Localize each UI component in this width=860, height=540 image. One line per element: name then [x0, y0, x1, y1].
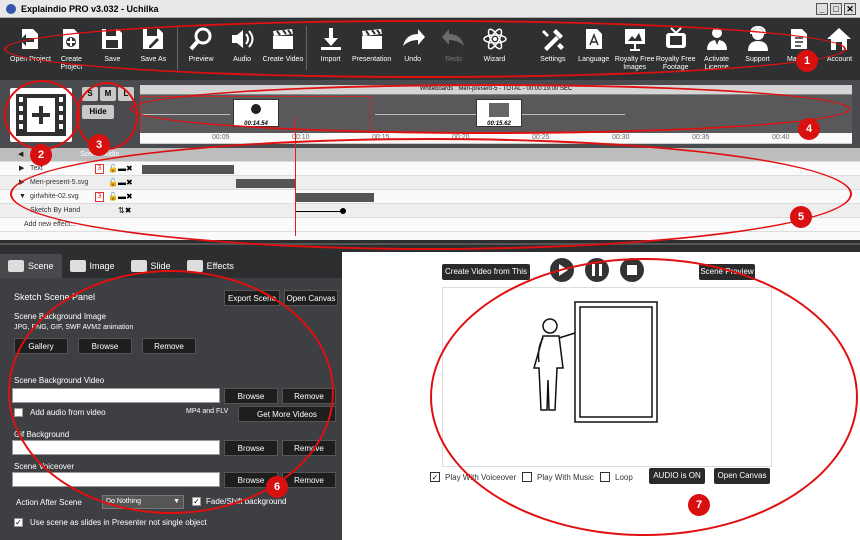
ruler-tick: 00:40	[772, 134, 790, 141]
slide-tab-icon	[130, 260, 147, 272]
window-title: Explaindio PRO v3.032 - Uchilka	[21, 3, 159, 14]
annotation-ring	[430, 258, 858, 536]
speaker-icon: ◀	[18, 151, 24, 158]
maximize-button[interactable]: □	[830, 3, 842, 15]
title-bar: Explaindio PRO v3.032 - Uchilka _ □ ✕	[0, 0, 860, 18]
annotation-badge: 1	[796, 50, 818, 72]
play-voiceover-checkbox[interactable]: ✓	[430, 472, 440, 482]
annotation-ring	[130, 84, 850, 134]
annotation-badge: 3	[88, 134, 110, 156]
scene-tab-icon	[8, 260, 24, 272]
annotation-badge: 2	[30, 144, 52, 166]
app-logo-icon	[6, 3, 16, 14]
annotation-badge: 7	[688, 494, 710, 516]
annotation-badge: 4	[798, 118, 820, 140]
tab-scene[interactable]: Scene	[0, 254, 62, 278]
tab-image[interactable]: Image	[62, 254, 123, 278]
annotation-ring	[4, 20, 846, 78]
use-as-slides-checkbox[interactable]: ✓	[14, 518, 23, 527]
ruler-tick: 00:30	[612, 134, 630, 141]
annotation-ring	[10, 138, 852, 250]
image-tab-icon	[69, 260, 86, 272]
expand-arrow-icon: ▶	[19, 165, 25, 172]
create-video-scene-button[interactable]: Create Video from This Scene	[442, 264, 530, 292]
close-button[interactable]: ✕	[844, 3, 856, 15]
minimize-button[interactable]: _	[816, 3, 828, 15]
annotation-badge: 5	[790, 206, 812, 228]
use-as-slides-label: Use scene as slides in Presenter not sin…	[30, 518, 207, 527]
ruler-tick: 00:35	[692, 134, 710, 141]
open-canvas-button[interactable]: Open Canvas	[284, 290, 338, 306]
annotation-badge: 6	[266, 476, 288, 498]
annotation-ring	[4, 80, 80, 150]
annotation-ring	[8, 270, 334, 514]
ruler-tick: 00:05	[212, 134, 230, 141]
action-after-label: Action After Scene	[16, 498, 82, 507]
